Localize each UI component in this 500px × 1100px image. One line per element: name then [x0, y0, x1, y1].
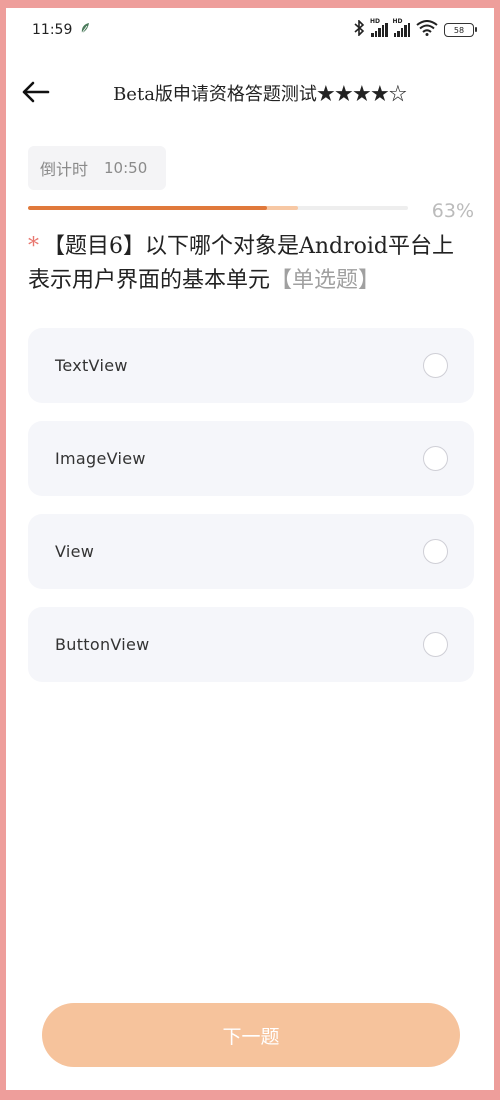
- signal-hd-icon: HD: [393, 18, 410, 37]
- next-question-button[interactable]: 下一题: [42, 1003, 460, 1067]
- countdown-time: 10:50: [104, 159, 148, 177]
- question-type: 【单选题】: [270, 268, 381, 293]
- leaf-icon: [80, 22, 90, 38]
- battery-level: 58: [453, 25, 465, 35]
- battery-icon: 58: [444, 23, 477, 37]
- radio-button[interactable]: [423, 539, 448, 564]
- radio-button[interactable]: [423, 632, 448, 657]
- radio-button[interactable]: [423, 446, 448, 471]
- progress-bar: [28, 206, 408, 210]
- option-label: ButtonView: [55, 635, 150, 654]
- radio-button[interactable]: [423, 353, 448, 378]
- status-left: 11:59: [32, 22, 90, 38]
- app-header: Beta版申请资格答题测试★★★★☆: [6, 72, 494, 112]
- required-mark: *: [28, 234, 39, 259]
- status-time: 11:59: [32, 22, 73, 38]
- progress-percent: 63%: [431, 200, 474, 222]
- hd-label: HD: [370, 18, 381, 25]
- option-label: View: [55, 542, 95, 561]
- back-arrow-icon: [22, 81, 50, 103]
- bluetooth-icon: [353, 19, 365, 40]
- countdown-label: 倒计时: [40, 160, 89, 179]
- option-item[interactable]: View: [28, 514, 474, 589]
- phone-screen: 11:59 HD HD 58 Beta版申请资格答题测试★★★★☆ 倒计时 10…: [6, 8, 494, 1090]
- option-label: ImageView: [55, 449, 146, 468]
- status-right: HD HD 58: [353, 18, 477, 40]
- status-bar: 11:59 HD HD 58: [6, 8, 494, 52]
- options-list: TextView ImageView View ButtonView: [28, 328, 474, 700]
- wifi-icon: [416, 20, 438, 40]
- signal-hd-icon: HD: [370, 18, 388, 37]
- question-text: 【题目6】以下哪个对象是Android平台上表示用户界面的基本单元: [28, 234, 455, 293]
- option-item[interactable]: ButtonView: [28, 607, 474, 682]
- question-text-block: * 【题目6】以下哪个对象是Android平台上表示用户界面的基本单元【单选题】: [28, 230, 476, 298]
- option-item[interactable]: TextView: [28, 328, 474, 403]
- hd-label: HD: [392, 18, 403, 25]
- option-label: TextView: [55, 356, 128, 375]
- back-button[interactable]: [20, 78, 52, 106]
- progress-fill: [28, 206, 268, 210]
- countdown-timer: 倒计时 10:50: [28, 146, 166, 190]
- option-item[interactable]: ImageView: [28, 421, 474, 496]
- page-title: Beta版申请资格答题测试★★★★☆: [113, 84, 407, 105]
